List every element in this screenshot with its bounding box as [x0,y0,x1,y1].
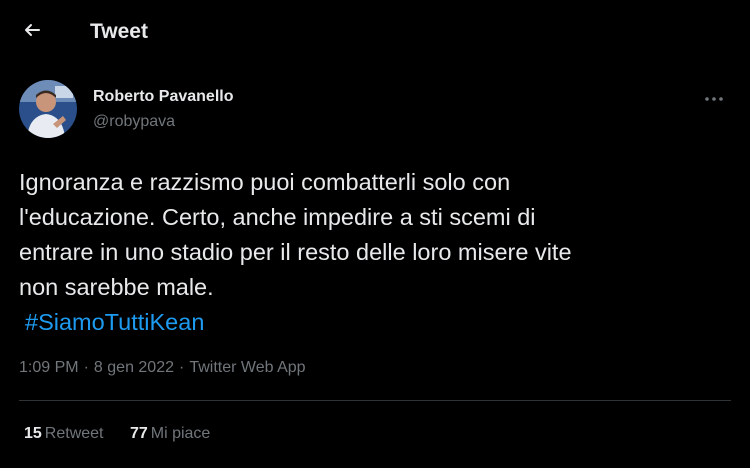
author-handle[interactable]: @robypava [93,113,175,131]
engagement-stats: 15 Retweet 77 Mi piace [24,425,232,443]
tweet-time[interactable]: 1:09 PM [19,359,79,376]
hashtag-link[interactable]: #SiamoTuttiKean [19,309,204,335]
retweets-label: Retweet [44,425,104,442]
avatar[interactable] [19,80,77,138]
back-button[interactable] [14,14,50,50]
tweet-line: l'educazione. Certo, anche impedire a st… [19,204,536,230]
arrow-left-icon [22,20,42,45]
tweet-line: entrare in uno stadio per il resto delle… [19,239,572,265]
likes-label: Mi piace [150,425,211,442]
tweet-header: Tweet [0,0,750,66]
retweets-stat[interactable]: 15 Retweet [24,425,104,443]
tweet-line: Ignoranza e razzismo puoi combatterli so… [19,169,511,195]
tweet-metadata: 1:09 PM · 8 gen 2022 · Twitter Web App [19,359,306,377]
divider [19,400,731,401]
meta-separator: · [83,359,89,376]
meta-separator: · [179,359,185,376]
page-title: Tweet [90,20,148,43]
tweet-text: Ignoranza e razzismo puoi combatterli so… [19,165,719,340]
source-app-link[interactable]: Twitter Web App [189,359,305,376]
more-dots-icon [704,89,724,107]
likes-count: 77 [129,425,148,442]
tweet-date[interactable]: 8 gen 2022 [94,359,174,376]
author-name[interactable]: Roberto Pavanello [93,88,233,106]
retweets-count: 15 [24,425,42,442]
more-options-button[interactable] [698,84,730,112]
tweet-line: non sarebbe male. [19,274,214,300]
likes-stat[interactable]: 77 Mi piace [130,425,210,443]
